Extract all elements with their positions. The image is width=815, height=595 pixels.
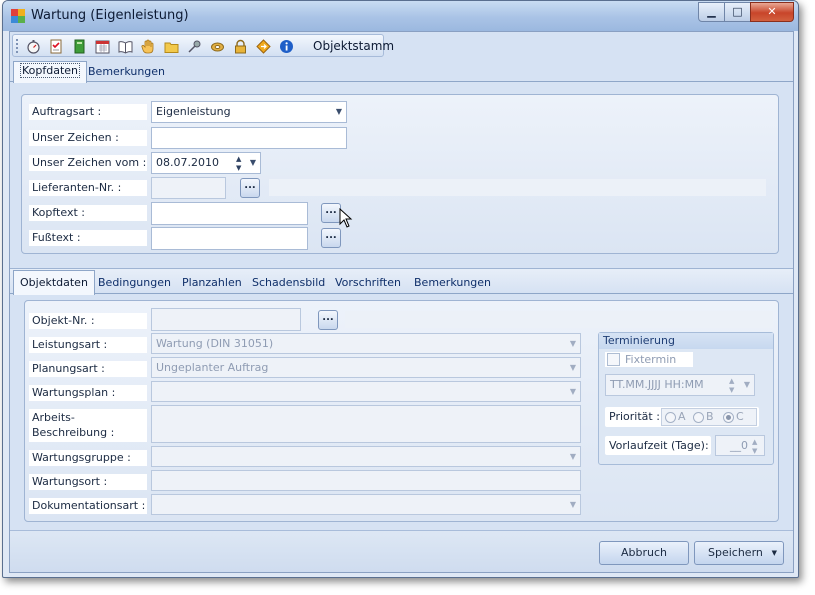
folder-icon[interactable] <box>163 38 180 55</box>
chevron-down-icon: ▼ <box>569 387 576 396</box>
book-green-icon[interactable] <box>71 38 88 55</box>
dialog-window: Wartung (Eigenleistung) ▁ □ ✕ Objektstam… <box>2 0 799 578</box>
fusstext-lookup-button[interactable]: ... <box>321 228 341 248</box>
spin-down-icon[interactable]: ▼ <box>729 380 734 400</box>
speichern-button[interactable]: Speichern ▼ <box>694 541 784 565</box>
checklist-icon[interactable] <box>48 38 65 55</box>
tab-bemerkungen-sub[interactable]: Bemerkungen <box>408 272 497 292</box>
unser-zeichen-label: Unser Zeichen : <box>29 130 147 146</box>
prio-a-label: A <box>678 410 686 423</box>
dialog-client-area: Objektstamm Kopfdaten Bemerkungen Auftra… <box>9 31 794 573</box>
vorlaufzeit-stepper[interactable]: __0 ▲ ▼ <box>715 435 765 456</box>
objekt-nr-input[interactable] <box>151 308 301 331</box>
wartungsort-label: Wartungsort : <box>29 474 147 490</box>
auftragsart-dropdown[interactable]: Eigenleistung ▼ <box>151 101 347 123</box>
unser-zeichen-vom-label: Unser Zeichen vom : <box>29 155 147 171</box>
title-bar[interactable]: Wartung (Eigenleistung) ▁ □ ✕ <box>3 1 798 31</box>
prio-c-radio[interactable] <box>723 412 734 423</box>
chevron-down-icon[interactable]: ▼ <box>744 375 750 395</box>
fusstext-input[interactable] <box>151 227 308 250</box>
tab-vorschriften[interactable]: Vorschriften <box>329 272 407 292</box>
lieferanten-name-display <box>269 179 766 196</box>
close-button[interactable]: ✕ <box>750 2 794 22</box>
tab-objektdaten[interactable]: Objektdaten <box>13 270 95 295</box>
tab-planzahlen[interactable]: Planzahlen <box>176 272 248 292</box>
mouse-cursor-icon <box>339 208 353 228</box>
minimize-button[interactable]: ▁ <box>698 2 725 22</box>
objekt-nr-label: Objekt-Nr. : <box>29 313 147 329</box>
vorlaufzeit-label: Vorlaufzeit (Tage): <box>609 439 709 452</box>
lieferanten-nr-input[interactable] <box>151 177 226 199</box>
abbruch-button[interactable]: Abbruch <box>599 541 689 565</box>
tab-bemerkungen-top[interactable]: Bemerkungen <box>82 63 171 83</box>
hand-icon[interactable] <box>140 38 157 55</box>
leistungsart-dropdown[interactable]: Wartung (DIN 31051) ▼ <box>151 333 581 354</box>
chevron-down-icon: ▼ <box>569 452 576 461</box>
tab-schadensbild[interactable]: Schadensbild <box>246 272 331 292</box>
open-book-icon[interactable] <box>117 38 134 55</box>
app-icon <box>11 9 25 23</box>
dokumentationsart-label: Dokumentationsart : <box>29 498 147 514</box>
termin-datetime-input[interactable]: TT.MM.JJJJ HH:MM ▲ ▼ ▼ <box>605 374 755 396</box>
fixtermin-checkbox-box[interactable] <box>607 353 620 366</box>
tab-bedingungen[interactable]: Bedingungen <box>92 272 177 292</box>
top-tab-strip: Kopfdaten Bemerkungen <box>10 61 793 83</box>
kopftext-label: Kopftext : <box>29 205 147 221</box>
chevron-down-icon: ▼ <box>569 500 576 509</box>
arrows-icon[interactable] <box>255 38 272 55</box>
chevron-down-icon[interactable]: ▼ <box>250 153 256 173</box>
calendar-icon[interactable] <box>94 38 111 55</box>
chevron-down-icon[interactable]: ▼ <box>772 542 777 564</box>
prio-b-label: B <box>706 410 714 423</box>
planungsart-dropdown[interactable]: Ungeplanter Auftrag ▼ <box>151 357 581 378</box>
spin-down-icon[interactable]: ▼ <box>236 158 241 178</box>
lock-icon[interactable] <box>232 38 249 55</box>
pin-icon[interactable] <box>186 38 203 55</box>
maximize-button[interactable]: □ <box>724 2 751 22</box>
planungsart-label: Planungsart : <box>29 361 147 377</box>
terminierung-title: Terminierung <box>599 333 773 349</box>
kopftext-input[interactable] <box>151 202 308 225</box>
unser-zeichen-vom-date[interactable]: 08.07.2010 ▲ ▼ ▼ <box>151 152 261 174</box>
arbeitsbeschreibung-textarea[interactable] <box>151 405 581 443</box>
wartungsgruppe-label: Wartungsgruppe : <box>29 450 147 466</box>
objekt-lookup-button[interactable]: ... <box>318 310 338 330</box>
kopftext-lookup-button[interactable]: ... <box>321 203 341 223</box>
stopwatch-icon[interactable] <box>25 38 42 55</box>
auftragsart-label: Auftragsart : <box>29 104 147 120</box>
objektstamm-button[interactable]: Objektstamm <box>313 39 394 53</box>
wartungsort-input[interactable] <box>151 470 581 491</box>
tab-kopfdaten[interactable]: Kopfdaten <box>13 61 88 83</box>
toolbar-grip[interactable] <box>16 39 19 53</box>
toolbar: Objektstamm <box>12 34 394 57</box>
tape-icon[interactable] <box>209 38 226 55</box>
wartungsplan-dropdown[interactable]: ▼ <box>151 381 581 402</box>
prio-c-label: C <box>736 410 744 423</box>
prio-a-radio[interactable] <box>665 412 676 423</box>
window-title: Wartung (Eigenleistung) <box>31 8 189 23</box>
prioritaet-label: Priorität : <box>609 410 660 423</box>
info-icon[interactable] <box>278 38 295 55</box>
terminierung-group: Terminierung Fixtermin TT.MM.JJJJ HH:MM … <box>598 332 774 465</box>
wartungsgruppe-dropdown[interactable]: ▼ <box>151 446 581 467</box>
lieferanten-nr-label: Lieferanten-Nr. : <box>29 180 147 196</box>
dokumentationsart-dropdown[interactable]: ▼ <box>151 494 581 515</box>
unser-zeichen-input[interactable] <box>151 127 347 149</box>
spin-down-icon[interactable]: ▼ <box>752 441 757 461</box>
wartungsplan-label: Wartungsplan : <box>29 385 147 401</box>
arbeitsbeschreibung-label: Arbeits- Beschreibung : <box>29 409 147 442</box>
lieferanten-lookup-button[interactable]: ... <box>240 178 260 198</box>
chevron-down-icon: ▼ <box>569 339 576 348</box>
prio-b-radio[interactable] <box>693 412 704 423</box>
leistungsart-label: Leistungsart : <box>29 337 147 353</box>
fusstext-label: Fußtext : <box>29 230 147 246</box>
objekt-name-display <box>345 311 773 328</box>
chevron-down-icon: ▼ <box>335 107 342 116</box>
chevron-down-icon: ▼ <box>569 363 576 372</box>
